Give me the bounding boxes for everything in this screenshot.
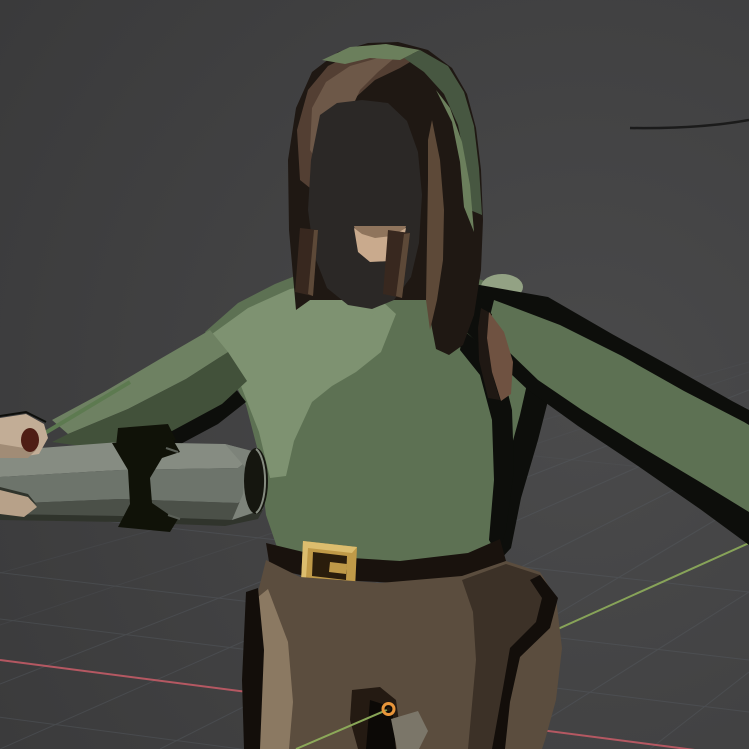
finger-gap (21, 428, 39, 452)
inner-leg-shadow (366, 700, 396, 749)
buckle-tab (329, 562, 347, 574)
viewport-3d[interactable] (0, 0, 749, 749)
origin-core (387, 707, 391, 711)
face[interactable] (308, 100, 422, 309)
pants[interactable] (242, 560, 562, 749)
viewport-canvas[interactable] (0, 0, 749, 749)
